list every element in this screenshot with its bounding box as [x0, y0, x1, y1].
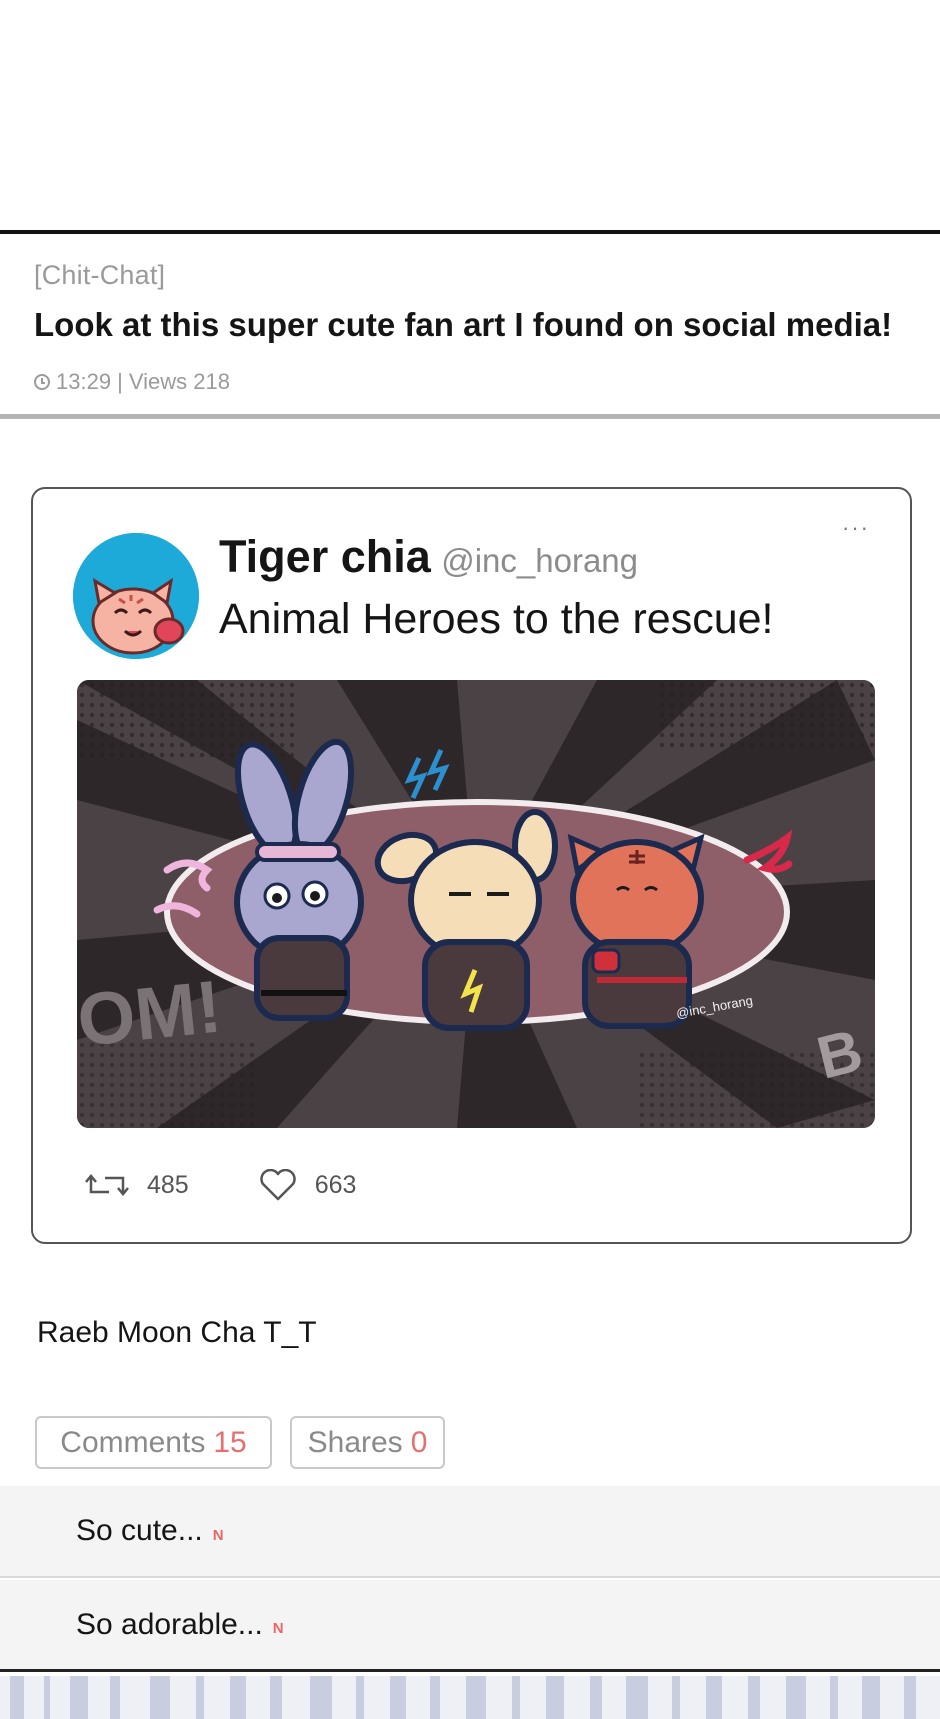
- like-count: 663: [314, 1170, 357, 1199]
- post-category: [Chit-Chat]: [34, 260, 166, 290]
- tweet-author-line: Tiger chia @inc_horang: [219, 531, 638, 583]
- retweet-icon: [85, 1174, 129, 1196]
- striped-pattern: [0, 1676, 940, 1719]
- like-action[interactable]: 663: [259, 1169, 357, 1201]
- heart-icon: [259, 1169, 296, 1201]
- tweet-text: Animal Heroes to the rescue!: [219, 595, 774, 643]
- post-body-text: Raeb Moon Cha T_T: [37, 1316, 317, 1349]
- author-handle[interactable]: @inc_horang: [441, 542, 638, 579]
- burst-text-left: OM!: [77, 964, 225, 1062]
- retweet-count: 485: [147, 1170, 189, 1199]
- shares-tab[interactable]: Shares 0: [290, 1416, 445, 1469]
- post-header: [Chit-Chat] Look at this super cute fan …: [0, 230, 940, 419]
- retweet-action[interactable]: 485: [85, 1170, 189, 1200]
- post-views: | Views 218: [117, 369, 230, 394]
- comments-tab-label: Comments: [60, 1425, 206, 1459]
- clock-icon: [34, 374, 50, 390]
- comment-item[interactable]: So cute... N: [0, 1486, 940, 1578]
- author-name[interactable]: Tiger chia: [219, 531, 431, 582]
- tiger-avatar-icon: [73, 533, 199, 659]
- bottom-decorative-strip: [0, 1676, 940, 1719]
- new-badge: N: [212, 1526, 224, 1544]
- post-title: Look at this super cute fan art I found …: [34, 306, 893, 343]
- post-time: 13:29: [56, 369, 112, 394]
- comments-tab[interactable]: Comments 15: [35, 1416, 272, 1469]
- tweet-actions: 485 663: [85, 1165, 426, 1205]
- shares-count: 0: [410, 1425, 428, 1459]
- tweet-card[interactable]: ··· Tiger chia @inc_horang Animal Heroes…: [31, 487, 912, 1244]
- top-blank-area: [0, 0, 940, 230]
- comment-text: So cute...: [76, 1514, 203, 1547]
- tweet-image[interactable]: OM! B @inc_horang: [77, 680, 875, 1128]
- comments-count: 15: [213, 1425, 247, 1459]
- more-options-icon[interactable]: ···: [842, 515, 870, 541]
- post-meta: 13:29 | Views 218: [34, 369, 230, 395]
- comment-text: So adorable...: [76, 1607, 263, 1641]
- comment-item[interactable]: So adorable... N: [0, 1580, 940, 1672]
- shares-tab-label: Shares: [307, 1425, 403, 1459]
- new-badge: N: [272, 1620, 284, 1637]
- avatar[interactable]: [73, 533, 199, 659]
- fan-art-illustration: OM! B @inc_horang: [77, 680, 875, 1128]
